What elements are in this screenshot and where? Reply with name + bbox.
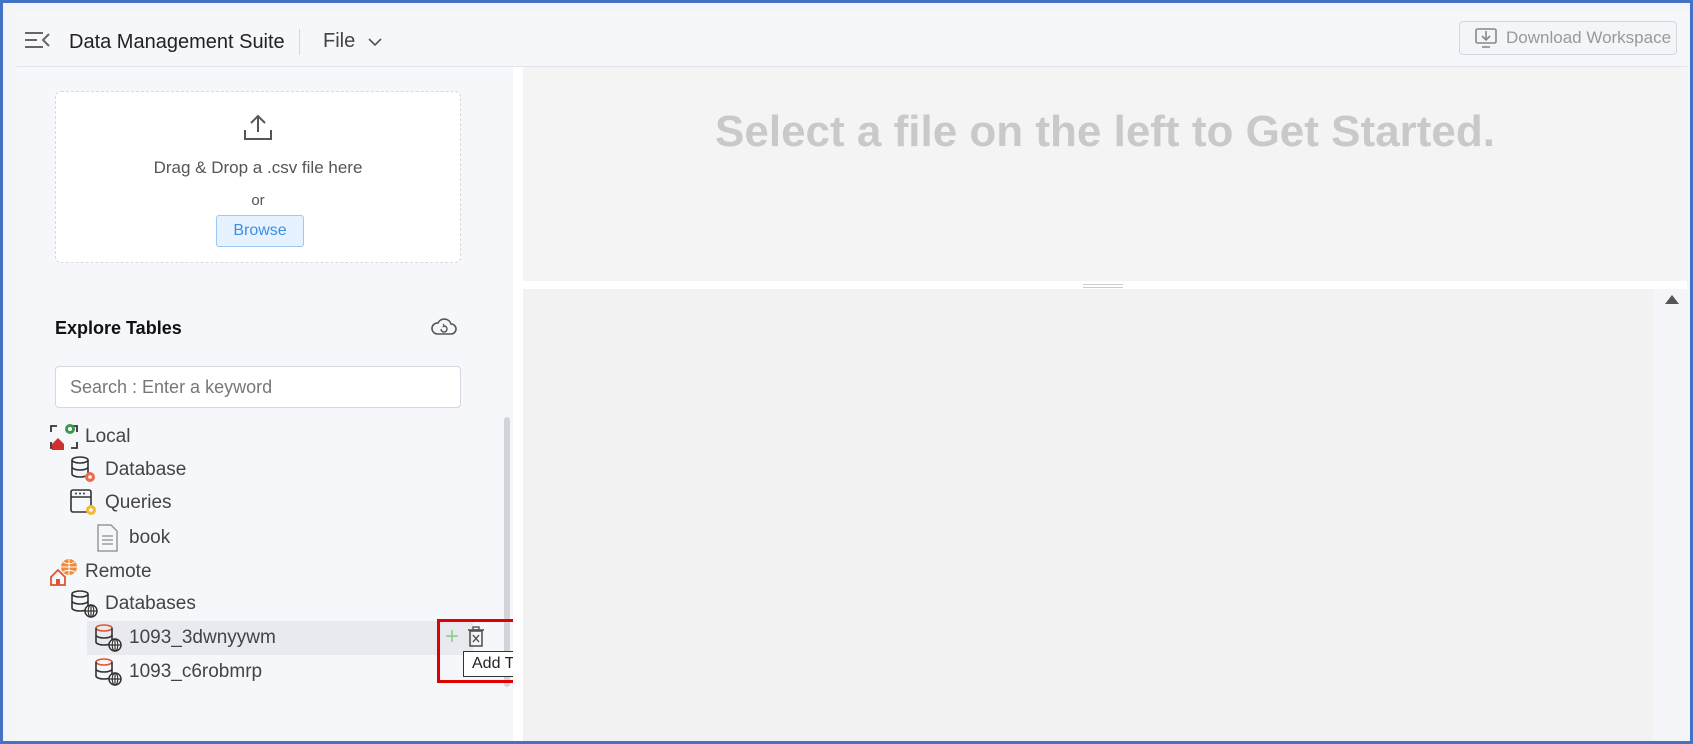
get-started-prompt: Select a file on the left to Get Started… <box>715 107 1495 156</box>
dropzone-text: Drag & Drop a .csv file here <box>153 158 363 177</box>
panel-gutter <box>513 67 523 741</box>
collapse-sidebar-icon[interactable] <box>23 29 51 51</box>
sidebar-scrollbar[interactable] <box>504 417 510 687</box>
tree-label-queries: Queries <box>105 492 172 513</box>
delete-trash-icon[interactable] <box>467 626 485 648</box>
remote-database-icon <box>95 624 122 652</box>
dropzone-or-text: or <box>251 192 265 209</box>
tree-node-local[interactable]: Local <box>49 421 130 453</box>
row-actions: + <box>445 625 485 649</box>
tree-label-remote: Remote <box>85 561 152 582</box>
upload-icon <box>244 114 272 140</box>
explore-tables-title: Explore Tables <box>55 318 182 338</box>
header-divider <box>299 29 300 55</box>
database-pin-icon <box>71 456 95 482</box>
tree-node-local-queries[interactable]: Queries <box>69 487 172 519</box>
chevron-down-icon <box>368 37 382 46</box>
file-menu[interactable]: File <box>323 30 383 53</box>
tree-label-database: Database <box>105 459 187 480</box>
app-title: Data Management Suite <box>69 31 285 53</box>
tree-node-remote-db[interactable]: 1093_c6robmrp <box>93 656 262 688</box>
tree-node-query-book[interactable]: book <box>93 522 170 554</box>
download-monitor-icon <box>1475 28 1497 48</box>
csv-dropzone[interactable]: Drag & Drop a .csv file here or Browse <box>55 91 461 263</box>
tree-label-remote-db: 1093_c6robmrp <box>129 661 263 682</box>
tree-label-remote-db: 1093_3dwnyywm <box>129 627 276 648</box>
preview-panel: Select a file on the left to Get Started… <box>523 67 1687 281</box>
tree-label-databases: Databases <box>105 593 196 614</box>
remote-globe-home-icon <box>50 559 77 586</box>
splitter-handle[interactable] <box>1083 284 1123 288</box>
tree-node-remote-databases[interactable]: Databases <box>69 588 196 620</box>
results-panel <box>523 289 1653 741</box>
tree-node-local-database[interactable]: Database <box>69 454 186 486</box>
tree-node-remote-db[interactable]: 1093_3dwnyywm <box>93 622 276 654</box>
tree-label-book: book <box>129 527 171 548</box>
database-globe-icon <box>71 590 98 618</box>
results-scrollbar[interactable] <box>1657 289 1687 741</box>
document-icon <box>97 524 118 552</box>
download-workspace-label: Download Workspace <box>1506 28 1672 47</box>
tree-label-local: Local <box>85 426 131 447</box>
cloud-sync-icon[interactable] <box>431 317 457 337</box>
file-menu-label: File <box>323 30 356 52</box>
add-table-icon[interactable]: + <box>445 625 459 649</box>
window-frame: Data Management Suite File Download Work… <box>0 0 1693 744</box>
app-header: Data Management Suite File Download Work… <box>17 11 1687 67</box>
app-root: Data Management Suite File Download Work… <box>17 11 1687 741</box>
browse-button[interactable]: Browse <box>216 215 304 247</box>
download-workspace-button[interactable]: Download Workspace <box>1459 21 1677 55</box>
scroll-up-arrow-icon[interactable] <box>1665 295 1679 304</box>
tree-node-remote[interactable]: Remote <box>49 556 152 588</box>
local-home-pin-icon <box>50 424 78 450</box>
remote-database-icon <box>95 658 122 686</box>
table-search-input[interactable] <box>55 366 461 408</box>
queries-server-pin-icon <box>70 489 96 515</box>
